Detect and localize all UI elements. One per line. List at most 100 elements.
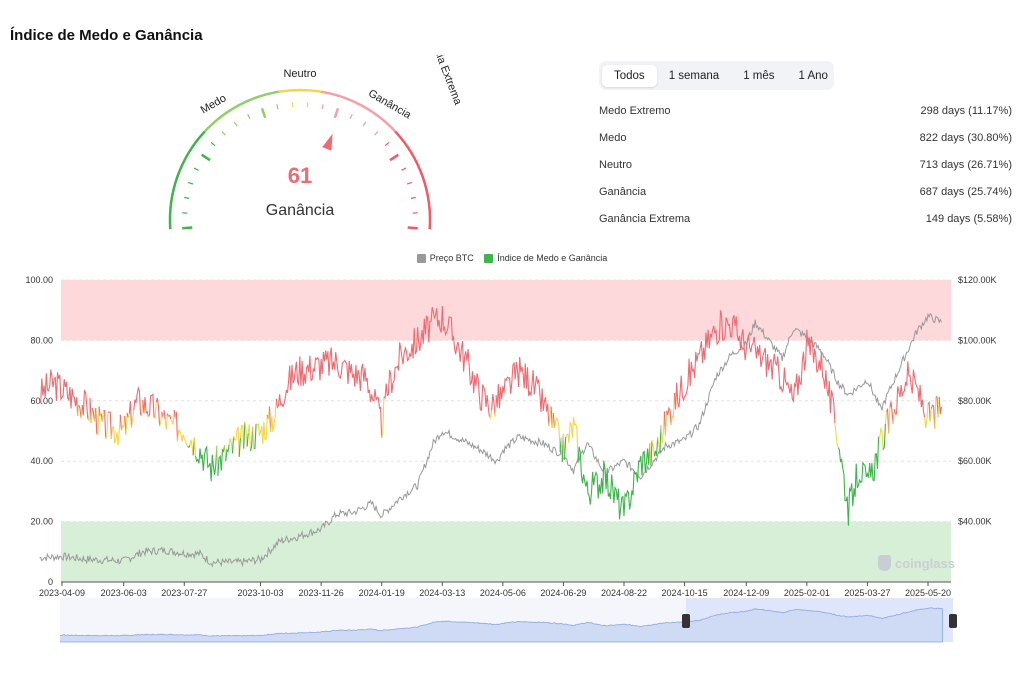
chart-legend: Preço BTC Índice de Medo e Ganância (0, 253, 1024, 265)
series-segment-greed (39, 369, 79, 417)
brand-text: coinglass (895, 555, 955, 571)
gauge-tick (260, 107, 267, 119)
y-left-tick-label: 60.00 (30, 396, 53, 406)
stat-label: Medo (599, 131, 627, 144)
legend-item-price[interactable]: Preço BTC (416, 253, 474, 263)
series-segment-greed (889, 401, 894, 424)
gauge-tick (374, 131, 379, 136)
y-right-tick-label: $120.00K (958, 275, 997, 285)
series-segment-greed (163, 410, 166, 420)
gauge-tick (407, 226, 418, 230)
y-left-tick-label: 100.00 (25, 275, 53, 285)
stat-value: 149 days (5.58%) (925, 212, 1012, 225)
series-segment-greed (175, 412, 179, 442)
period-tabs: Todos 1 semana 1 mês 1 Ano (599, 61, 834, 90)
coinglass-watermark: coinglass (878, 555, 955, 571)
gauge-arc-extreme-greed (394, 130, 432, 230)
series-segment-neutral (120, 415, 126, 431)
gauge-tick (247, 113, 251, 119)
gauge-needle-icon (322, 133, 333, 151)
y-left-tick-label: 80.00 (30, 335, 53, 345)
series-segment-fear (246, 433, 249, 447)
series-segment-fear (238, 437, 241, 457)
series-segment-greed (95, 408, 98, 435)
series-segment-neutral (892, 409, 895, 424)
x-tick-label: 2024-05-06 (480, 588, 526, 598)
series-segment-neutral (888, 407, 891, 434)
gauge-tick (221, 131, 226, 136)
navigator-handle-left[interactable] (682, 614, 690, 628)
greed-band (61, 280, 951, 341)
series-segment-greed (275, 347, 383, 438)
series-segment-fear (577, 442, 651, 520)
stat-value: 713 days (26.71%) (919, 158, 1012, 171)
stat-row-fear: Medo 822 days (30.80%) (599, 124, 1012, 151)
gauge-value: 61 (288, 163, 312, 188)
series-segment-greed (666, 406, 672, 426)
fear-greed-gauge: Medo ExtremoMedoNeutroGanânciaGanância E… (168, 55, 464, 230)
y-left-tick-label: 40.00 (30, 456, 53, 466)
tab-year[interactable]: 1 Ano (787, 65, 840, 87)
legend-swatch-index (484, 253, 494, 263)
tab-all[interactable]: Todos (602, 64, 657, 87)
gauge-tick (406, 181, 413, 185)
tab-month[interactable]: 1 mês (731, 65, 786, 87)
gauge-tick (184, 196, 190, 199)
x-tick-label: 2023-06-03 (101, 588, 147, 598)
series-segment-neutral (247, 424, 252, 452)
legend-label-price: Preço BTC (429, 253, 474, 263)
stat-label: Ganância (599, 185, 647, 198)
x-tick-label: 2024-03-13 (419, 588, 465, 598)
series-segment-fear (653, 437, 659, 457)
series-segment-neutral (270, 398, 277, 433)
gauge-tick (333, 107, 340, 119)
stat-value: 298 days (11.17%) (920, 104, 1012, 117)
series-segment-neutral (228, 438, 234, 454)
gauge-tick (349, 113, 353, 119)
gauge-zone-label: Ganância Extrema (420, 55, 464, 107)
series-segment-fear (650, 440, 653, 466)
series-segment-fear (194, 445, 218, 482)
gauge-tick (233, 121, 238, 127)
x-tick-label: 2025-02-01 (784, 588, 830, 598)
series-segment-neutral (159, 411, 163, 427)
y-right-tick-label: $60.00K (958, 456, 992, 466)
gauge-value-label: Ganância (266, 202, 335, 219)
gauge-tick (193, 167, 199, 171)
x-tick-label: 2025-03-27 (844, 588, 890, 598)
stat-row-extreme-greed: Ganância Extrema 149 days (5.58%) (599, 205, 1012, 232)
series-segment-neutral (77, 404, 80, 417)
coinglass-logo-icon (878, 555, 891, 571)
gauge-tick (389, 153, 399, 162)
series-segment-neutral (127, 413, 130, 418)
series-segment-fear (837, 436, 880, 526)
series-segment-greed (81, 389, 89, 419)
time-range-navigator[interactable] (60, 598, 960, 644)
series-segment-greed (169, 414, 172, 420)
series-segment-neutral (239, 424, 245, 449)
x-tick-label: 2023-07-27 (161, 588, 207, 598)
series-segment-fear (243, 421, 246, 449)
navigator-handle-right[interactable] (949, 614, 957, 628)
series-segment-greed (119, 414, 123, 431)
series-segment-neutral (381, 396, 385, 439)
x-tick-label: 2024-10-15 (662, 588, 708, 598)
y-left-tick-label: 0 (48, 577, 53, 587)
stat-label: Ganância Extrema (599, 212, 691, 225)
gauge-tick (210, 141, 216, 147)
series-segment-neutral (664, 410, 668, 437)
series-segment-neutral (90, 408, 93, 423)
series-segment-greed (552, 412, 556, 428)
tab-week[interactable]: 1 semana (657, 65, 732, 87)
series-segment-neutral (170, 409, 175, 425)
series-segment-neutral (934, 396, 937, 429)
legend-item-index[interactable]: Índice de Medo e Ganância (484, 253, 607, 263)
legend-swatch-price (416, 253, 426, 263)
series-segment-neutral (834, 423, 839, 448)
gauge-arc-extreme-fear (168, 130, 206, 230)
gauge-zone-label: Neutro (283, 68, 316, 80)
series-segment-neutral (651, 440, 655, 457)
series-segment-fear (882, 423, 886, 451)
x-tick-label: 2023-10-03 (238, 588, 284, 598)
fear-band (61, 521, 951, 582)
